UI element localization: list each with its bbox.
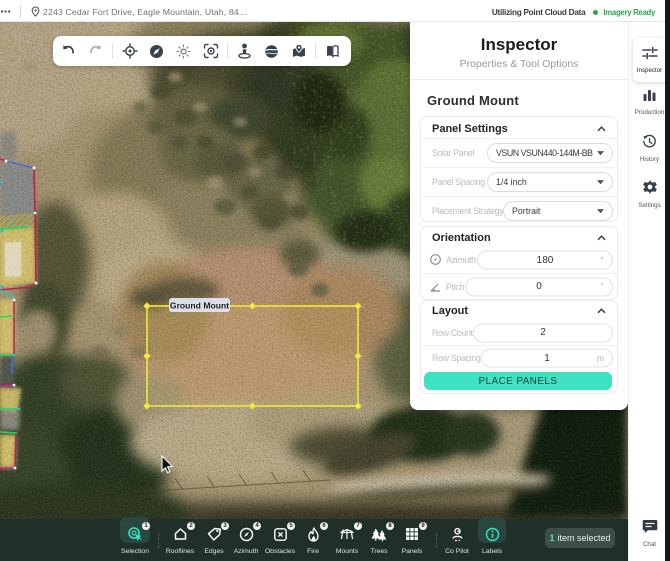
svg-text:Ground Mount: Ground Mount bbox=[170, 301, 229, 311]
